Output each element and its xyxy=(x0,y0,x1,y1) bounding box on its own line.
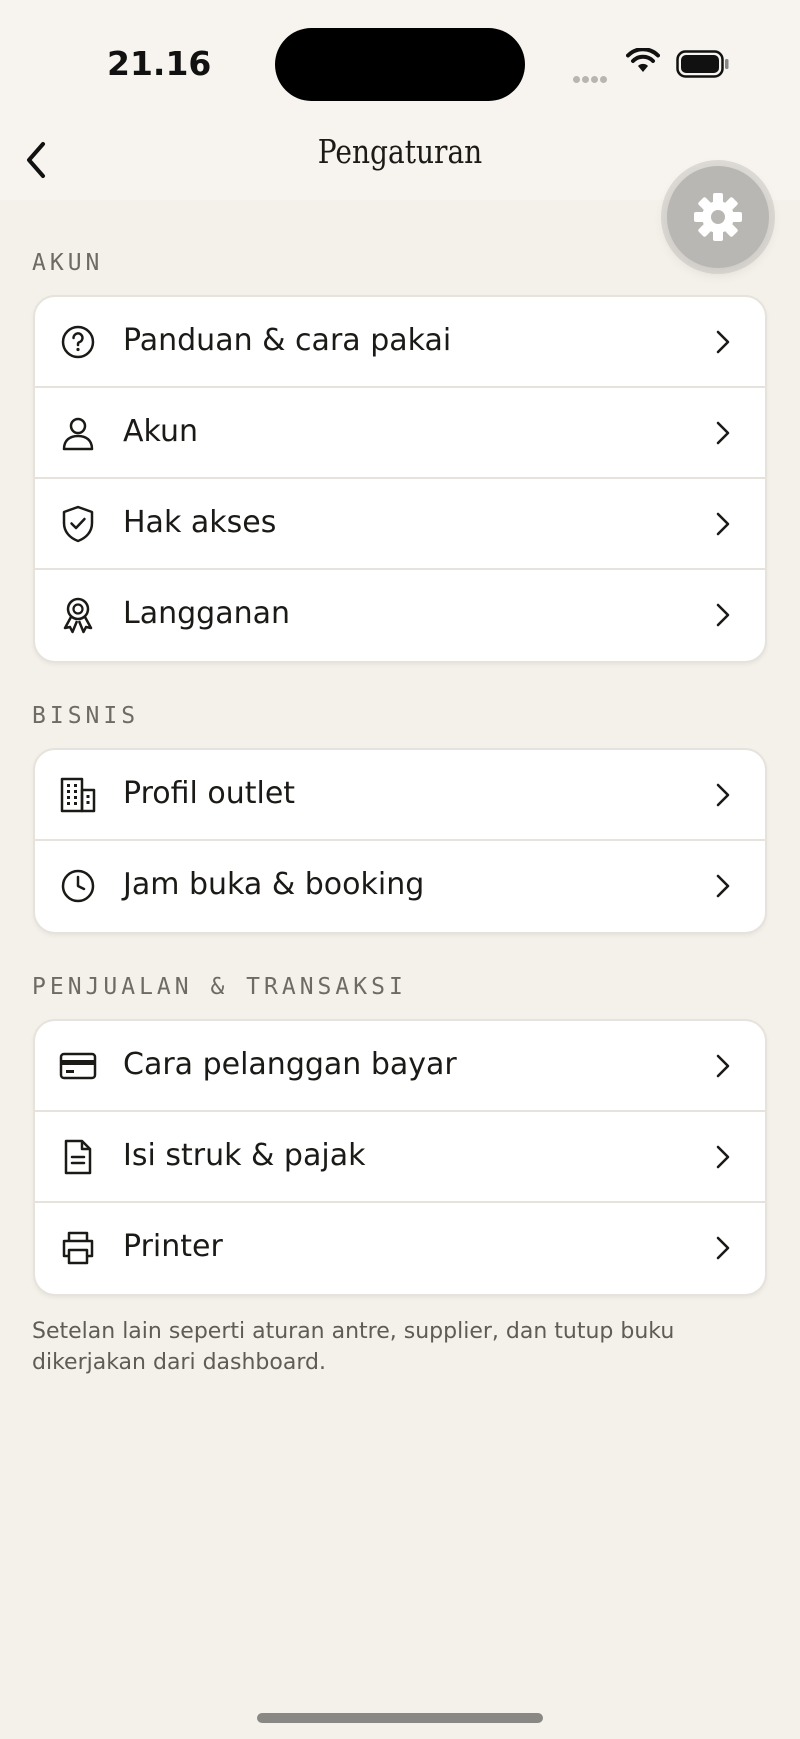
chevron-right-icon xyxy=(711,509,735,539)
settings-item-label: Langganan xyxy=(123,596,290,631)
settings-item-label: Profil outlet xyxy=(123,776,296,811)
settings-item-label: Panduan & cara pakai xyxy=(123,323,452,358)
settings-item-printer[interactable]: Printer xyxy=(35,1203,765,1294)
section-label-akun: AKUN xyxy=(32,250,104,276)
settings-item-hak-akses[interactable]: Hak akses xyxy=(35,479,765,570)
settings-item-label: Akun xyxy=(123,414,198,449)
receipt-icon xyxy=(59,1138,97,1176)
settings-item-panduan[interactable]: Panduan & cara pakai xyxy=(35,297,765,388)
settings-item-langganan[interactable]: Langganan xyxy=(35,570,765,661)
building-icon xyxy=(59,776,97,814)
settings-item-jam-buka[interactable]: Jam buka & booking xyxy=(35,841,765,932)
shield-check-icon xyxy=(59,505,97,543)
settings-item-akun[interactable]: Akun xyxy=(35,388,765,479)
chevron-right-icon xyxy=(711,1142,735,1172)
chevron-right-icon xyxy=(711,871,735,901)
chevron-right-icon xyxy=(711,1051,735,1081)
wifi-icon xyxy=(626,47,660,79)
user-icon xyxy=(59,414,97,452)
chevron-right-icon xyxy=(711,418,735,448)
settings-item-label: Hak akses xyxy=(123,505,277,540)
section-label-penjualan: PENJUALAN & TRANSAKSI xyxy=(32,974,407,1000)
credit-card-icon xyxy=(59,1047,97,1085)
settings-fab-button[interactable] xyxy=(667,166,769,268)
printer-icon xyxy=(59,1229,97,1267)
section-label-bisnis: BISNIS xyxy=(32,703,140,729)
footer-note: Setelan lain seperti aturan antre, suppl… xyxy=(32,1319,675,1375)
award-icon xyxy=(59,596,97,634)
settings-item-label: Printer xyxy=(123,1229,223,1264)
settings-item-label: Jam buka & booking xyxy=(123,867,425,902)
home-indicator[interactable] xyxy=(257,1713,543,1723)
status-time: 21.16 xyxy=(107,44,212,83)
gear-icon xyxy=(694,193,742,241)
settings-item-label: Isi struk & pajak xyxy=(123,1138,366,1173)
back-button[interactable] xyxy=(12,134,60,186)
status-bar: 21.16 xyxy=(0,0,800,120)
settings-item-struk-pajak[interactable]: Isi struk & pajak xyxy=(35,1112,765,1203)
clock-icon xyxy=(59,867,97,905)
chevron-right-icon xyxy=(711,1233,735,1263)
bisnis-card: Profil outlet Jam buka & booking xyxy=(33,748,767,934)
penjualan-card: Cara pelanggan bayar Isi struk & pajak P… xyxy=(33,1019,767,1296)
akun-card: Panduan & cara pakai Akun Hak akses Lang… xyxy=(33,295,767,663)
chevron-right-icon xyxy=(711,327,735,357)
settings-item-cara-bayar[interactable]: Cara pelanggan bayar xyxy=(35,1021,765,1112)
cellular-signal-icon xyxy=(573,70,609,88)
chevron-left-icon xyxy=(27,142,45,178)
chevron-right-icon xyxy=(711,600,735,630)
battery-icon xyxy=(676,50,730,83)
chevron-right-icon xyxy=(711,780,735,810)
help-circle-icon xyxy=(59,323,97,361)
settings-item-profil-outlet[interactable]: Profil outlet xyxy=(35,750,765,841)
page-title: Pengaturan xyxy=(317,132,483,171)
dynamic-island xyxy=(275,28,525,101)
settings-item-label: Cara pelanggan bayar xyxy=(123,1047,457,1082)
